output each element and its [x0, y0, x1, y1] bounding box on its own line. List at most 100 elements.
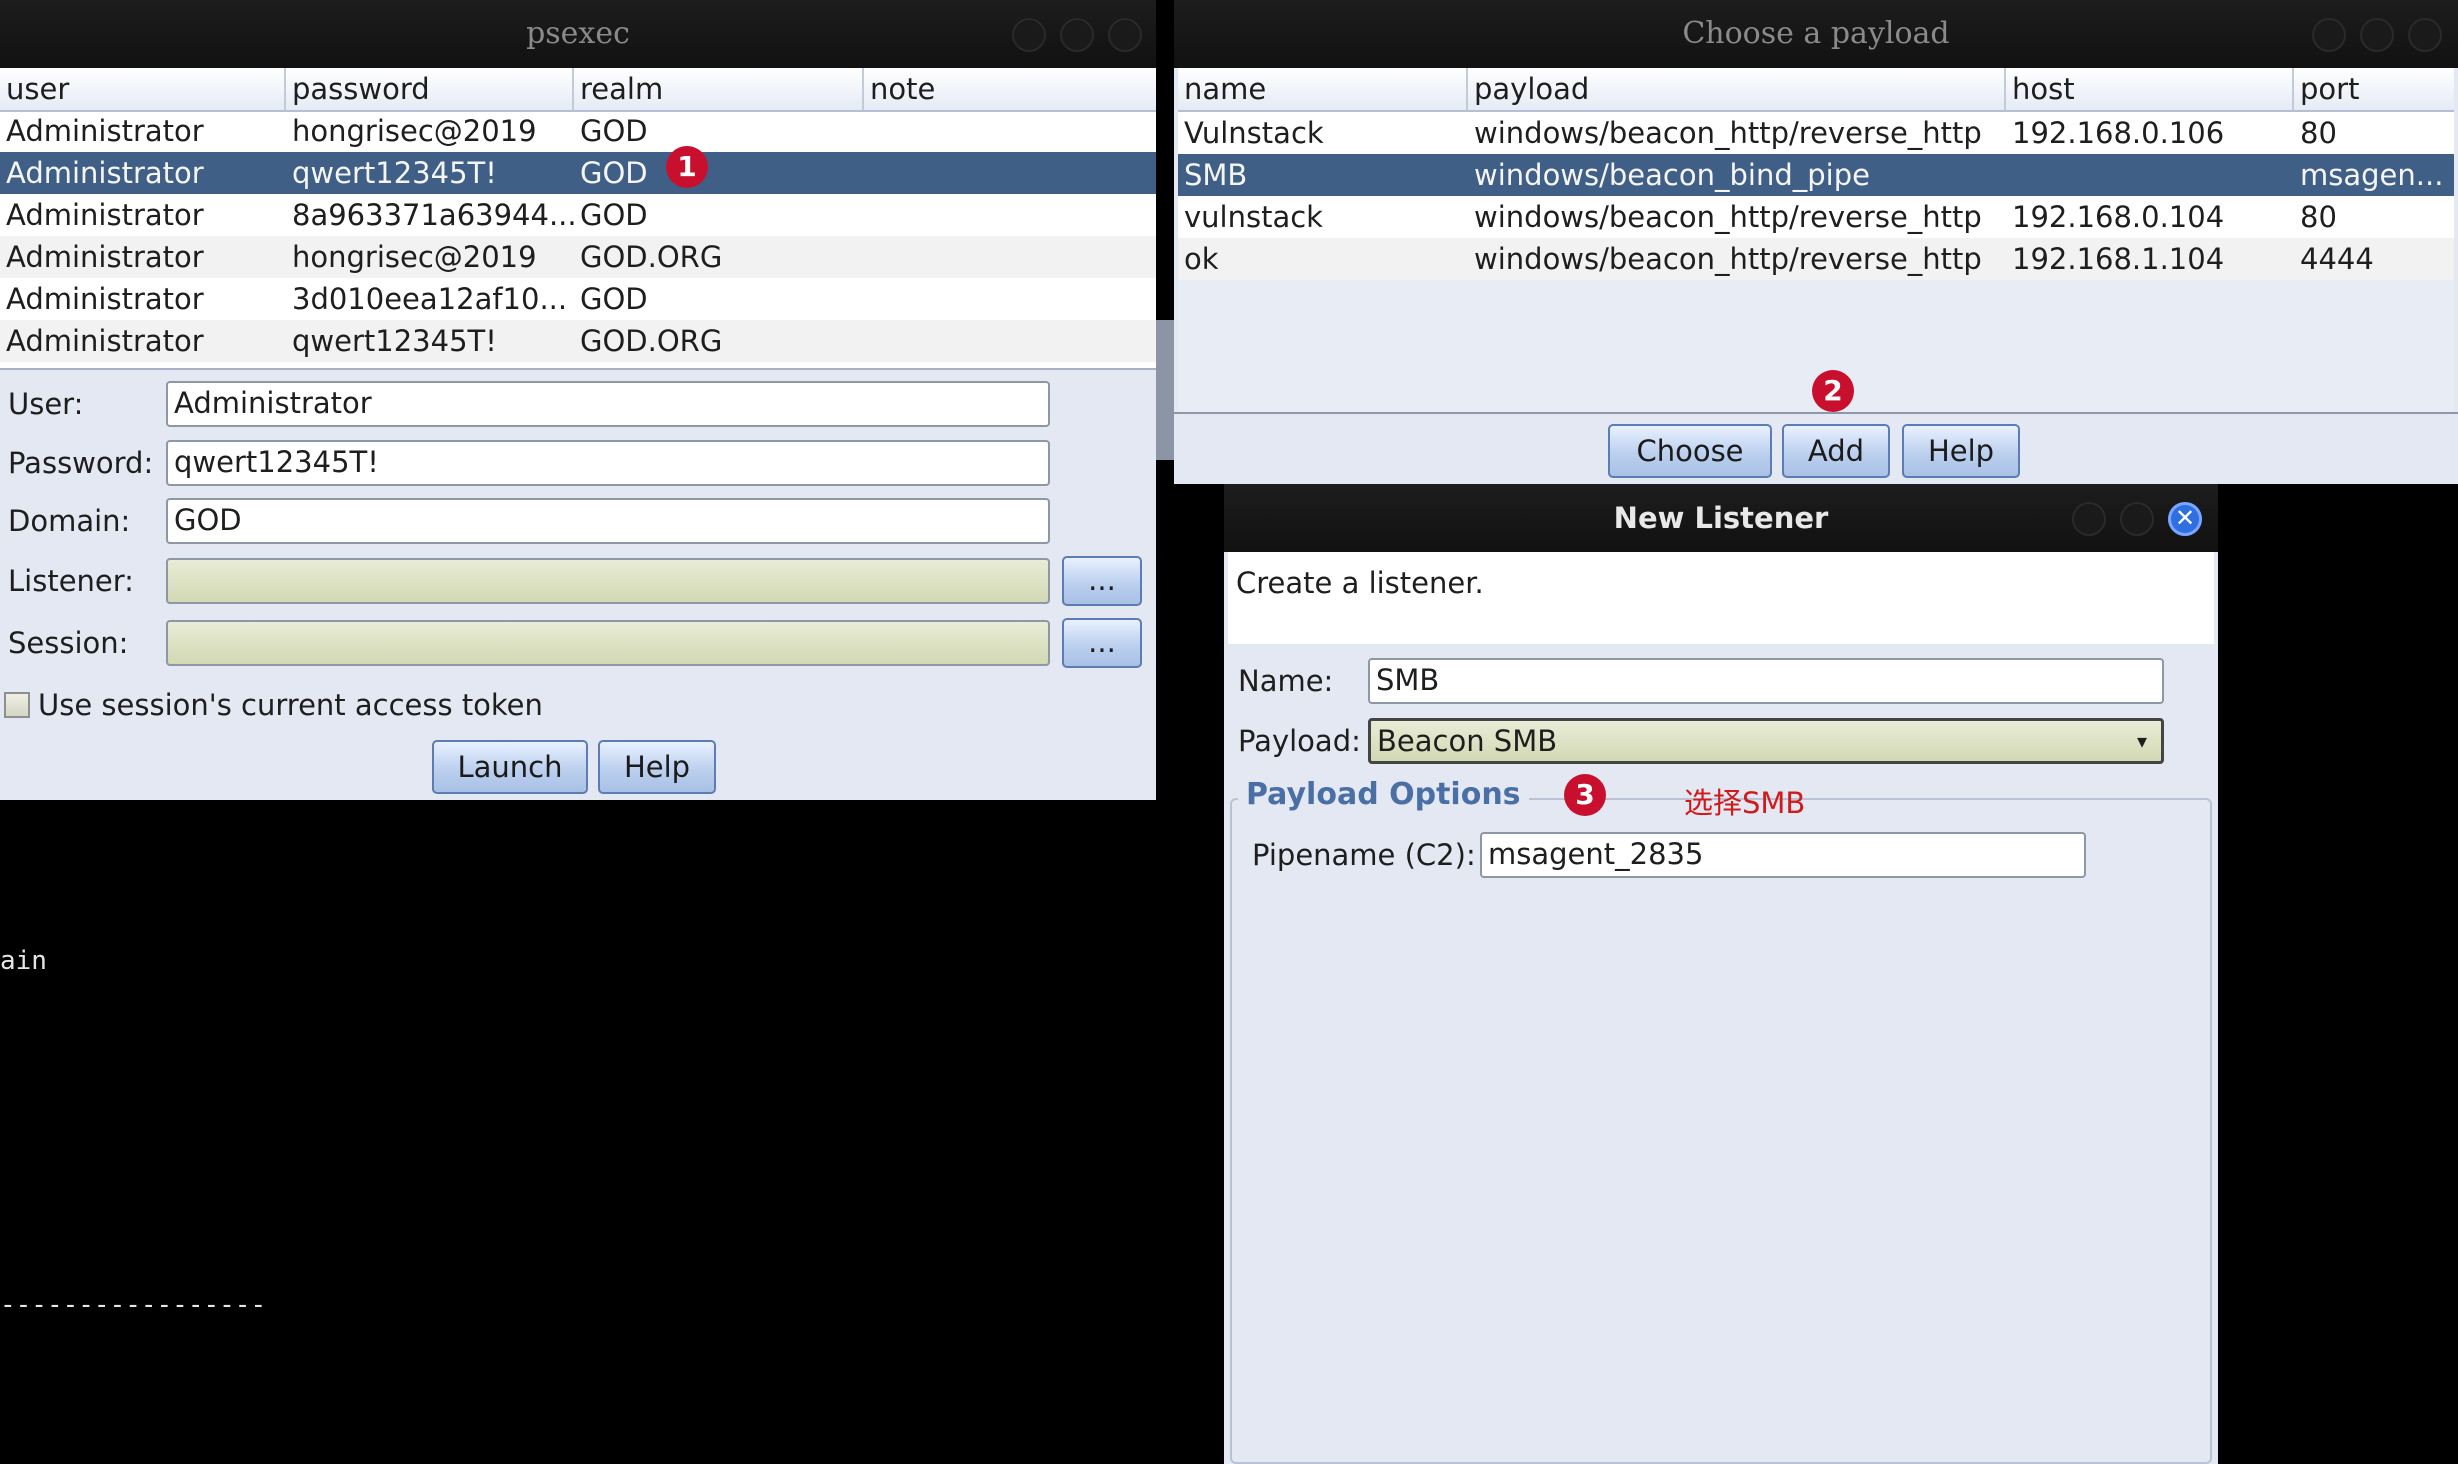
table-row-selected[interactable]: SMB windows/beacon_bind_pipe msagen...	[1178, 154, 2454, 196]
cell-port: 4444	[2300, 242, 2374, 276]
cell-password: qwert12345T!	[292, 324, 497, 358]
password-label: Password:	[8, 446, 154, 480]
column-header-user[interactable]: user	[0, 68, 286, 110]
window-title: New Listener	[1613, 501, 1829, 535]
password-input[interactable]: qwert12345T!	[166, 440, 1050, 486]
session-input[interactable]	[166, 620, 1050, 666]
column-header-host[interactable]: host	[2006, 68, 2294, 110]
payload-options-title: Payload Options	[1238, 777, 1529, 812]
step-1-marker: 1	[666, 146, 708, 188]
cell-password: hongrisec@2019	[292, 114, 537, 148]
add-button[interactable]: Add	[1782, 424, 1890, 478]
choose-button[interactable]: Choose	[1608, 424, 1772, 478]
pipename-label: Pipename (C2):	[1252, 838, 1476, 872]
cell-host: 192.168.1.104	[2012, 242, 2225, 276]
table-row[interactable]: Administrator hongrisec@2019 GOD	[0, 110, 1156, 152]
column-header-realm[interactable]: realm	[574, 68, 864, 110]
use-token-checkbox[interactable]	[4, 692, 30, 718]
payload-options-group	[1230, 798, 2212, 1464]
cell-realm: GOD	[580, 282, 648, 316]
psexec-window: psexec user password realm note Administ…	[0, 0, 1156, 800]
listener-input[interactable]	[166, 558, 1050, 604]
cell-user: Administrator	[6, 282, 204, 316]
cell-user: Administrator	[6, 114, 204, 148]
window-edge	[1156, 320, 1174, 460]
description-panel: Create a listener.	[1228, 552, 2214, 644]
user-input[interactable]: Administrator	[166, 381, 1050, 427]
session-browse-button[interactable]: ...	[1062, 618, 1142, 668]
help-button[interactable]: Help	[1902, 424, 2020, 478]
payload-select[interactable]: Beacon SMB ▾	[1368, 718, 2164, 764]
table-row[interactable]: Vulnstack windows/beacon_http/reverse_ht…	[1178, 112, 2454, 154]
cell-payload: windows/beacon_http/reverse_http	[1474, 200, 1982, 234]
table-row[interactable]: Administrator 8a963371a63944... GOD	[0, 194, 1156, 236]
column-header-payload[interactable]: payload	[1468, 68, 2006, 110]
cell-user: Administrator	[6, 240, 204, 274]
column-header-note[interactable]: note	[864, 68, 1156, 110]
close-button[interactable]: ✕	[2168, 502, 2202, 536]
credentials-table: user password realm note Administrator h…	[0, 68, 1156, 368]
launch-button[interactable]: Launch	[432, 740, 588, 794]
cell-host: 192.168.0.106	[2012, 116, 2225, 150]
cell-payload: windows/beacon_http/reverse_http	[1474, 242, 1982, 276]
minimize-button[interactable]	[1012, 18, 1046, 52]
minimize-button[interactable]	[2312, 18, 2346, 52]
cell-realm: GOD.ORG	[580, 324, 723, 358]
close-button[interactable]	[2408, 18, 2442, 52]
maximize-button[interactable]	[2120, 502, 2154, 536]
help-button[interactable]: Help	[598, 740, 716, 794]
cell-password: 3d010eea12af10...	[292, 282, 568, 316]
step-3-note: 选择SMB	[1684, 786, 1806, 820]
listener-browse-button[interactable]: ...	[1062, 556, 1142, 606]
cell-port: 80	[2300, 200, 2337, 234]
maximize-button[interactable]	[1060, 18, 1094, 52]
payload-label: Payload:	[1238, 724, 1361, 758]
payload-selected-value: Beacon SMB	[1377, 724, 1558, 758]
cell-payload: windows/beacon_http/reverse_http	[1474, 116, 1982, 150]
cell-port: msagen...	[2300, 158, 2444, 192]
minimize-button[interactable]	[2072, 502, 2106, 536]
table-row[interactable]: Administrator hongrisec@2019 GOD.ORG	[0, 236, 1156, 278]
table-row[interactable]: Administrator 3d010eea12af10... GOD	[0, 278, 1156, 320]
name-input[interactable]: SMB	[1368, 658, 2164, 704]
window-title: Choose a payload	[1682, 16, 1950, 51]
cell-host: 192.168.0.104	[2012, 200, 2225, 234]
cell-user: Administrator	[6, 198, 204, 232]
column-header-password[interactable]: password	[286, 68, 574, 110]
payload-table: name payload host port Vulnstack windows…	[1178, 68, 2454, 412]
domain-input[interactable]: GOD	[166, 498, 1050, 544]
table-row[interactable]: Administrator qwert12345T! GOD.ORG	[0, 320, 1156, 362]
user-label: User:	[8, 387, 84, 421]
choose-payload-window: Choose a payload name payload host port …	[1174, 0, 2458, 484]
divider	[0, 368, 1156, 370]
new-listener-titlebar[interactable]: New Listener ✕	[1224, 484, 2218, 552]
window-title: psexec	[526, 16, 630, 51]
column-header-name[interactable]: name	[1178, 68, 1468, 110]
listener-label: Listener:	[8, 564, 134, 598]
cell-name: vulnstack	[1184, 200, 1323, 234]
description-text: Create a listener.	[1236, 566, 1484, 600]
close-button[interactable]	[1108, 18, 1142, 52]
maximize-button[interactable]	[2360, 18, 2394, 52]
cell-password: qwert12345T!	[292, 156, 497, 190]
cell-realm: GOD.ORG	[580, 240, 723, 274]
column-header-port[interactable]: port	[2294, 68, 2454, 110]
step-3-marker: 3	[1564, 774, 1606, 816]
terminal-text-line: ain	[0, 946, 47, 976]
table-row[interactable]: ok windows/beacon_http/reverse_http 192.…	[1178, 238, 2454, 280]
psexec-titlebar[interactable]: psexec	[0, 0, 1156, 68]
cell-password: hongrisec@2019	[292, 240, 537, 274]
table-row[interactable]: vulnstack windows/beacon_http/reverse_ht…	[1178, 196, 2454, 238]
table-row-selected[interactable]: Administrator qwert12345T! GOD	[0, 152, 1156, 194]
chevron-down-icon[interactable]: ▾	[2123, 721, 2161, 761]
domain-label: Domain:	[8, 504, 131, 538]
use-token-label: Use session's current access token	[38, 688, 543, 722]
cell-user: Administrator	[6, 156, 204, 190]
pipename-input[interactable]: msagent_2835	[1480, 832, 2086, 878]
cell-password: 8a963371a63944...	[292, 198, 574, 232]
cell-realm: GOD	[580, 156, 648, 190]
choose-payload-titlebar[interactable]: Choose a payload	[1174, 0, 2458, 68]
table-header: user password realm note	[0, 68, 1156, 112]
cell-name: ok	[1184, 242, 1219, 276]
cell-realm: GOD	[580, 114, 648, 148]
